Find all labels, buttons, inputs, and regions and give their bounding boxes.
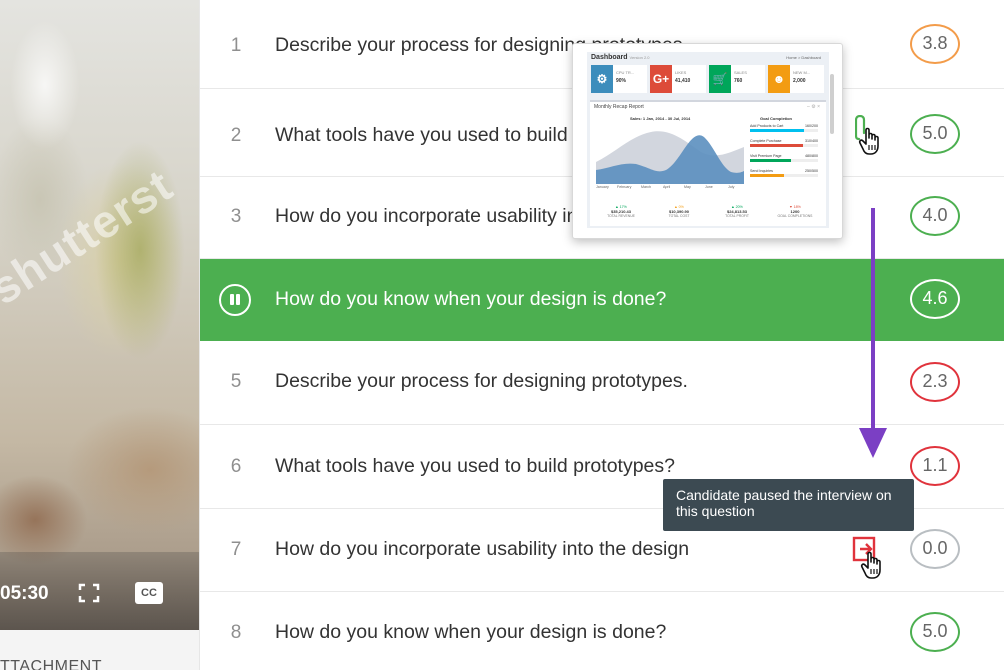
question-row[interactable]: 8 How do you know when your design is do… — [200, 592, 1004, 670]
question-score: 2.3 — [910, 362, 960, 402]
goal-bar-fill — [750, 159, 791, 162]
annotation-arrow-icon — [859, 208, 887, 458]
stat-label: TOTAL COST — [668, 214, 690, 218]
kpi-label: LIKES — [675, 70, 687, 75]
kpi-value: 760 — [734, 78, 743, 84]
question-text: How do you know when your design is done… — [275, 288, 667, 310]
kpi-box: G+ LIKES 41,410 — [650, 65, 706, 93]
question-score: 0.0 — [910, 529, 960, 569]
goal-progress: Send Inquiries 250/500 — [750, 169, 818, 177]
users-icon: ☻ — [768, 65, 790, 93]
question-number: 3 — [230, 206, 242, 227]
goal-bar-fill — [750, 144, 804, 147]
question-score: 5.0 — [910, 114, 960, 154]
kpi-label: SALES — [734, 70, 747, 75]
question-score: 5.0 — [910, 612, 960, 652]
kpi-box: ☻ NEW M... 2,000 — [768, 65, 824, 93]
stat-label: GOAL COMPLETIONS — [777, 214, 813, 218]
tooltip: Candidate paused the interview on this q… — [663, 479, 914, 531]
preview-scrollbar[interactable] — [830, 74, 834, 134]
summary-stat: ▲ 17% $35,210.43 TOTAL REVENUE — [596, 205, 646, 218]
month-label: March — [641, 185, 651, 189]
goal-value: 250/500 — [805, 169, 818, 173]
question-number: 5 — [230, 371, 242, 392]
kpi-label: CPU TR... — [616, 70, 635, 75]
kpi-value: 2,000 — [793, 78, 806, 84]
goal-progress: Visit Premium Page 480/800 — [750, 154, 818, 162]
month-label: May — [684, 185, 691, 189]
monthly-report-card: Monthly Recap Report – ⚙ × Sales: 1 Jan,… — [590, 100, 826, 226]
goal-bar-fill — [750, 174, 784, 177]
kpi-value: 90% — [616, 78, 627, 84]
report-title: Monthly Recap Report — [594, 104, 644, 110]
question-score: 1.1 — [910, 446, 960, 486]
summary-stat: ▲ 0% $10,390.90 TOTAL COST — [654, 205, 704, 218]
stat-label: TOTAL REVENUE — [607, 214, 635, 218]
hand-cursor-icon — [860, 551, 881, 579]
gear-icon: ⚙ — [591, 65, 613, 93]
goal-bar-fill — [750, 129, 805, 132]
video-panel: shutterst 05:30 CC TTACHMENT — [0, 0, 200, 670]
goal-value: 480/800 — [805, 154, 818, 158]
hand-cursor-icon — [858, 127, 879, 155]
report-controls: – ⚙ × — [807, 104, 820, 110]
goal-completion-title: Goal Completion — [760, 116, 792, 121]
sales-area-chart — [596, 131, 744, 184]
kpi-label: NEW M... — [793, 70, 811, 75]
question-score: 4.0 — [910, 196, 960, 236]
summary-stat: ▲ 20% $24,813.53 TOTAL PROFIT — [712, 205, 762, 218]
month-label: January — [596, 185, 609, 189]
question-number: 1 — [230, 35, 242, 56]
question-text: How do you know when your design is done… — [275, 621, 667, 643]
dashboard-preview: Dashboard Version 2.0 Home > Dashboard ⚙… — [587, 52, 829, 228]
stat-label: TOTAL PROFIT — [725, 214, 749, 218]
interview-review-screen: shutterst 05:30 CC TTACHMENT 1 Describe … — [0, 0, 1004, 670]
video-background-light — [10, 20, 80, 150]
kpi-value: 41,410 — [675, 78, 691, 84]
goal-progress: Add Products to Cart 160/200 — [750, 124, 818, 132]
question-text: What tools have you used to build protot… — [275, 455, 675, 477]
kpi-box: ⚙ CPU TR... 90% — [591, 65, 647, 93]
question-number: 8 — [230, 622, 242, 643]
question-text: Describe your process for designing prot… — [275, 370, 688, 392]
question-number: 2 — [230, 125, 242, 146]
dashboard-title: Dashboard Version 2.0 — [591, 54, 650, 61]
summary-stat: ▼ 18% 1200 GOAL COMPLETIONS — [770, 205, 820, 218]
question-text: How do you incorporate usability into th… — [275, 538, 690, 560]
month-label: February — [617, 185, 632, 189]
kpi-box: 🛒 SALES 760 — [709, 65, 765, 93]
goal-progress: Complete Purchase 310/400 — [750, 139, 818, 147]
candidate-video[interactable]: shutterst — [0, 0, 199, 630]
closed-captions-button[interactable]: CC — [135, 582, 163, 604]
sales-chart-title: Sales: 1 Jan, 2014 - 30 Jul, 2014 — [630, 116, 691, 121]
dashboard-breadcrumb: Home > Dashboard — [786, 55, 821, 60]
question-score: 4.6 — [910, 279, 960, 319]
month-label: June — [705, 185, 713, 189]
month-label: April — [663, 185, 671, 189]
cart-icon: 🛒 — [709, 65, 731, 93]
google-plus-icon: G+ — [650, 65, 672, 93]
goal-value: 310/400 — [805, 139, 818, 143]
month-label: July — [728, 185, 735, 189]
goal-value: 160/200 — [805, 124, 818, 128]
attachment-section-label: TTACHMENT — [0, 658, 102, 670]
video-time: 05:30 — [0, 583, 49, 604]
question-number: 7 — [230, 539, 242, 560]
fullscreen-icon[interactable] — [78, 583, 100, 603]
pause-icon[interactable] — [219, 284, 251, 316]
dashboard-preview-popup[interactable]: Dashboard Version 2.0 Home > Dashboard ⚙… — [572, 43, 843, 239]
question-score: 3.8 — [910, 24, 960, 64]
question-number: 6 — [230, 456, 242, 477]
